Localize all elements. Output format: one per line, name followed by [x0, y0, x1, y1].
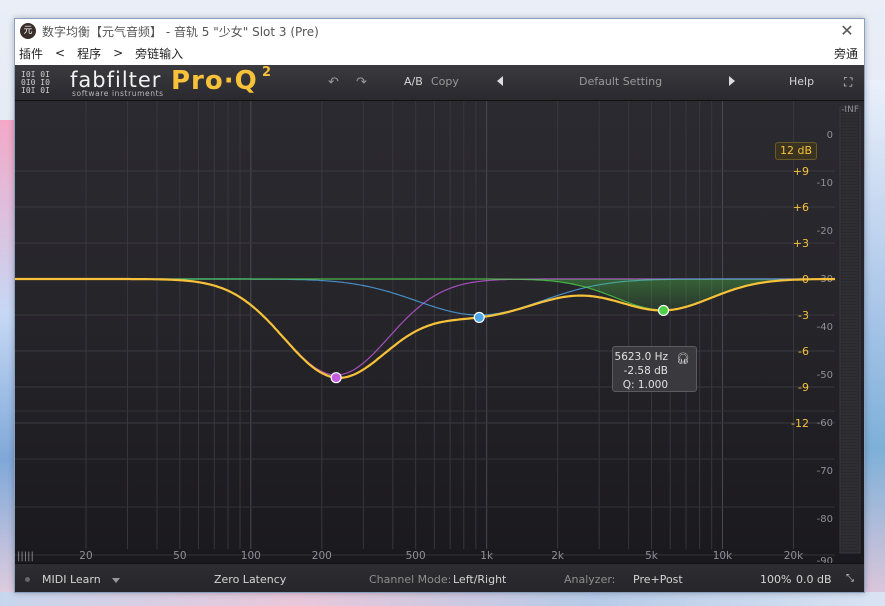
gain-label: +9: [793, 165, 809, 178]
close-button[interactable]: ✕: [838, 22, 856, 40]
freq-label: 100: [241, 550, 261, 562]
menu-program[interactable]: 程序: [71, 45, 107, 62]
gain-label: -9: [798, 381, 809, 394]
midi-learn-button[interactable]: MIDI Learn: [42, 573, 101, 586]
menu-next[interactable]: >: [107, 46, 129, 60]
freq-label: 1k: [480, 550, 494, 562]
analyzer-value[interactable]: Pre+Post: [633, 573, 683, 586]
freq-label: 50: [173, 550, 186, 562]
output-gain[interactable]: 0.0 dB: [796, 573, 832, 586]
channel-mode-value[interactable]: Left/Right: [453, 573, 506, 586]
freq-label: 2k: [551, 550, 565, 562]
wallpaper-right-strip: [863, 80, 885, 606]
gain-label: +3: [793, 237, 809, 250]
analyzer-label: -10: [817, 178, 833, 189]
plugin-window: 元 数字均衡【元气音频】 - 音轨 5 "少女" Slot 3 (Pre) ✕ …: [14, 18, 865, 593]
gain-label: -3: [798, 309, 809, 322]
prev-preset-icon[interactable]: [497, 76, 503, 86]
band-tooltip: 5623.0 Hz -2.58 dB Q: 1.000 🎧︎: [612, 346, 697, 392]
tooltip-q: Q: 1.000: [622, 379, 668, 391]
midi-dropdown-icon[interactable]: [112, 578, 120, 583]
band-3-handle[interactable]: [657, 304, 670, 317]
freq-label: 20k: [784, 550, 804, 562]
fullscreen-icon[interactable]: ⛶: [844, 75, 852, 90]
app-icon: 元: [20, 23, 36, 39]
ab-button[interactable]: A/B: [404, 75, 423, 88]
menu-bypass[interactable]: 旁通: [834, 45, 858, 62]
plugin-header: I0I 0I 0I0 I0 I0I 0I fabfilter software in…: [15, 65, 864, 101]
copy-button[interactable]: Copy: [431, 75, 459, 88]
analyzer-label: -90: [817, 556, 833, 563]
pro-q-plugin: I0I 0I 0I0 I0 I0I 0I fabfilter software in…: [15, 65, 864, 592]
zoom-value[interactable]: 100%: [760, 573, 791, 586]
menu-prev[interactable]: <: [49, 46, 71, 60]
freq-label: 10k: [713, 550, 733, 562]
freq-label: 500: [406, 550, 426, 562]
next-preset-icon[interactable]: [729, 76, 735, 86]
brand-subtitle: software instruments: [72, 89, 164, 98]
analyzer-label: -50: [817, 370, 833, 381]
piano-icon: |||||: [17, 551, 34, 562]
gain-label: -12: [791, 417, 809, 430]
range-badge[interactable]: 12 dB: [775, 142, 817, 160]
headphones-icon[interactable]: 🎧︎: [676, 352, 690, 365]
freq-label: 200: [312, 550, 332, 562]
undo-icon[interactable]: ↶: [328, 75, 339, 90]
product-version: 2: [262, 65, 272, 80]
band-2-handle[interactable]: [473, 311, 485, 324]
analyzer-label: -70: [817, 466, 833, 477]
analyzer-label: -80: [817, 514, 833, 525]
analyzer-label: -20: [817, 226, 833, 237]
analyzer-label: -40: [817, 322, 833, 333]
tooltip-gain: -2.58 dB: [623, 365, 668, 377]
wallpaper-left-strip: [0, 120, 14, 606]
graph-background: [15, 101, 864, 563]
menu-plugin[interactable]: 插件: [15, 45, 49, 62]
analyzer-label: Analyzer:: [564, 573, 616, 586]
menu-bar: 插件 < 程序 > 旁链输入 旁通: [15, 43, 864, 63]
freq-label: 20: [79, 550, 92, 562]
preset-name[interactable]: Default Setting: [579, 75, 662, 88]
gain-label: +6: [793, 201, 809, 214]
eq-graph-svg[interactable]: +9+6+30-3-6-9-12-INF0-10-20-30-40-50-60-…: [15, 101, 864, 563]
title-bar[interactable]: 元 数字均衡【元气音频】 - 音轨 5 "少女" Slot 3 (Pre) ✕: [15, 19, 864, 43]
analyzer-label: -INF: [841, 105, 859, 115]
bottom-bar: MIDI Learn Zero Latency Channel Mode: Le…: [15, 563, 864, 592]
freq-label: 5k: [645, 550, 659, 562]
resize-icon[interactable]: ⤡: [846, 573, 854, 584]
menu-sidechain[interactable]: 旁链输入: [129, 45, 189, 62]
help-button[interactable]: Help: [789, 75, 814, 88]
wallpaper-bottom-strip: [0, 592, 885, 606]
midi-status-icon: [25, 577, 30, 582]
window-title: 数字均衡【元气音频】 - 音轨 5 "少女" Slot 3 (Pre): [42, 24, 319, 39]
channel-mode-label: Channel Mode:: [369, 573, 452, 586]
analyzer-label: 0: [827, 130, 833, 141]
analyzer-label: -60: [817, 418, 833, 429]
band-1-handle[interactable]: [330, 372, 342, 384]
fabfilter-logo-icon: I0I 0I 0I0 I0 I0I 0I: [21, 70, 50, 95]
redo-icon[interactable]: ↷: [356, 75, 367, 90]
gain-label: -6: [798, 345, 809, 358]
product-name: Pro·Q: [171, 66, 258, 96]
eq-display[interactable]: +9 +6 +3 0 -3 -6 -9 -12 -INF 0 -10 -20 -30 -40 -50 -60-…: [15, 101, 864, 563]
latency-button[interactable]: Zero Latency: [214, 573, 286, 586]
